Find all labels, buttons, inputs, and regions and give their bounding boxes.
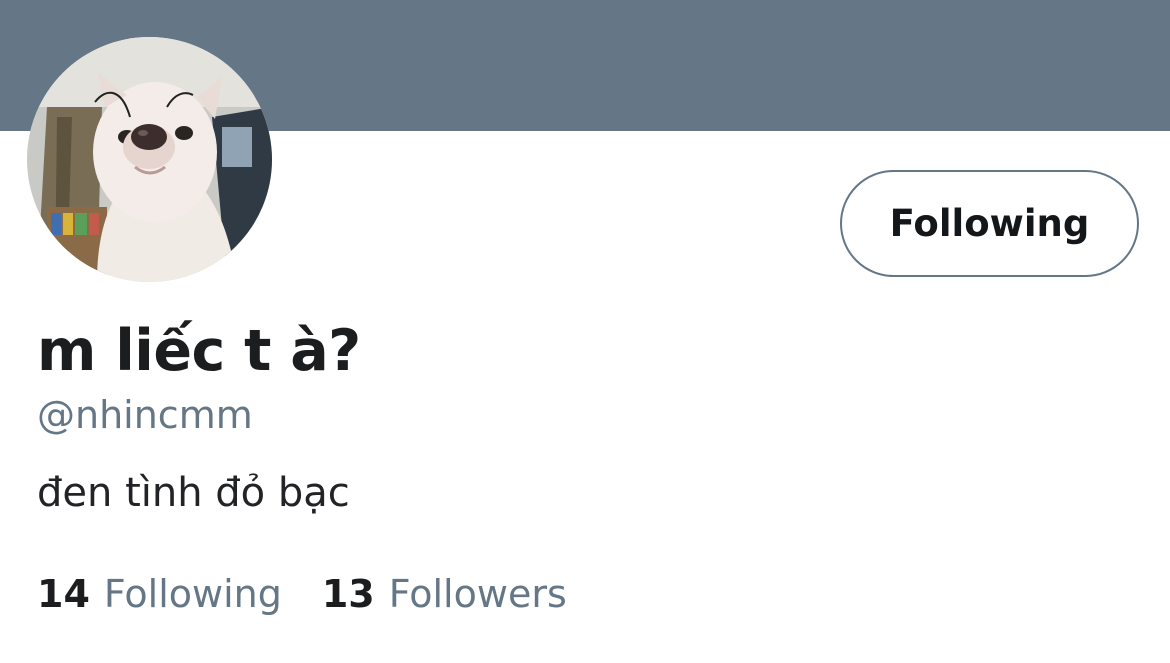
followers-count: 13 (321, 572, 375, 616)
following-label: Following (103, 572, 282, 616)
display-name: m liếc t à? (37, 318, 361, 384)
followers-stat-link[interactable]: 13 Followers (322, 572, 567, 616)
following-button[interactable]: Following (840, 170, 1139, 277)
following-count: 14 (37, 572, 90, 616)
dog-avatar-icon (27, 37, 272, 282)
profile-avatar[interactable] (27, 37, 272, 282)
profile-stats: 14 Following 13 Followers (37, 572, 567, 616)
following-stat-link[interactable]: 14 Following (37, 572, 282, 616)
user-handle: @nhincmm (37, 393, 253, 437)
followers-label: Followers (388, 572, 567, 616)
profile-bio: đen tình đỏ bạc (37, 470, 350, 516)
